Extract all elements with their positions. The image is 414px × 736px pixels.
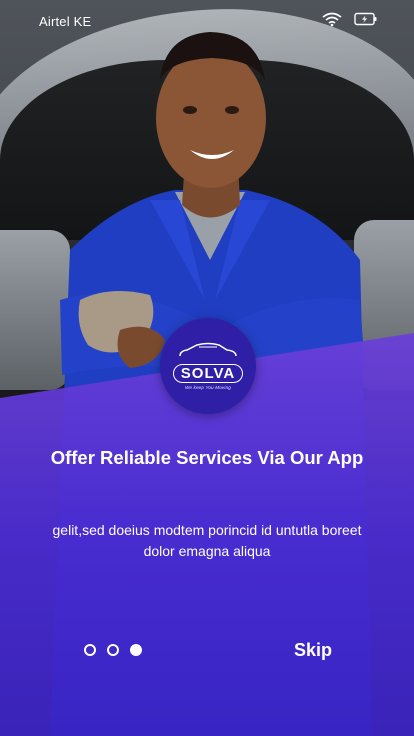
page-dot-2[interactable] xyxy=(107,644,119,656)
page-indicator xyxy=(84,644,142,656)
logo-name: SOLVA xyxy=(172,364,244,383)
skip-button[interactable]: Skip xyxy=(294,640,332,661)
carrier-name: Airtel KE xyxy=(39,13,92,29)
status-icons xyxy=(322,11,378,32)
wifi-icon xyxy=(322,11,342,32)
onboarding-description: gelit,sed doeius modtem porincid id untu… xyxy=(52,522,362,559)
onboarding-content: SOLVA We keep You Moving Offer Reliable … xyxy=(0,0,414,736)
logo-tagline: We keep You Moving xyxy=(185,385,231,390)
battery-charging-icon xyxy=(354,12,378,31)
page-dot-1[interactable] xyxy=(84,644,96,656)
car-outline-icon xyxy=(179,342,237,357)
page-dot-3-active[interactable] xyxy=(130,644,142,656)
app-logo: SOLVA We keep You Moving xyxy=(160,318,256,414)
status-bar: Airtel KE xyxy=(0,0,414,44)
onboarding-title: Offer Reliable Services Via Our App xyxy=(50,447,364,468)
